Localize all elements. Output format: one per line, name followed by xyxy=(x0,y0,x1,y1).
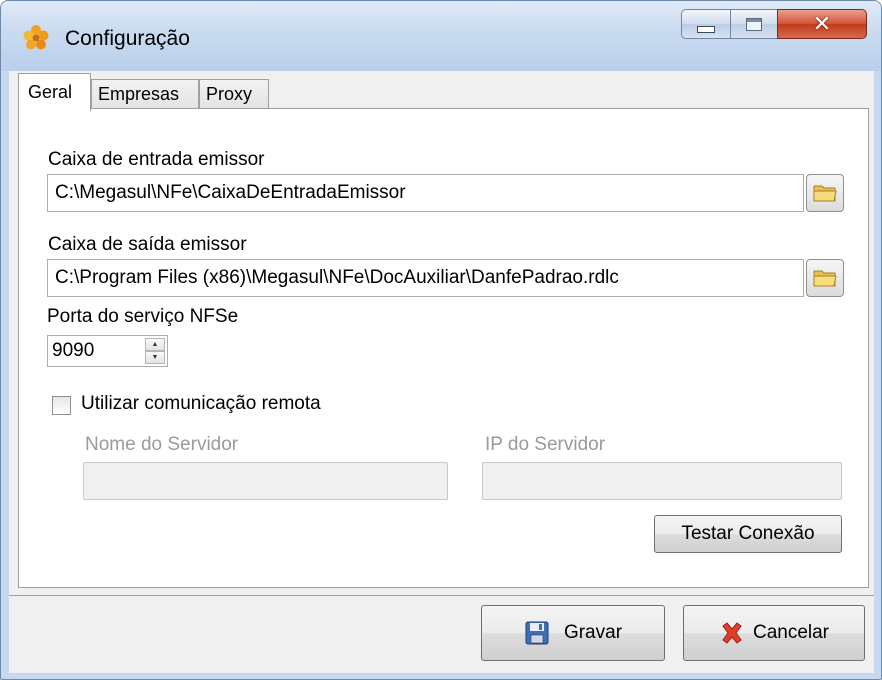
inbox-browse-button[interactable] xyxy=(806,174,844,212)
port-stepper[interactable]: 9090 ▲ ▼ xyxy=(47,335,168,367)
minimize-button[interactable] xyxy=(681,9,731,39)
server-ip-input[interactable] xyxy=(482,462,842,500)
save-button[interactable]: Gravar xyxy=(481,605,665,661)
close-button[interactable]: ✕ xyxy=(777,9,867,39)
outbox-path-input[interactable]: C:\Program Files (x86)\Megasul\NFe\DocAu… xyxy=(47,259,804,297)
outbox-browse-button[interactable] xyxy=(806,259,844,297)
spin-up-icon[interactable]: ▲ xyxy=(145,338,165,351)
tab-panel-geral: Caixa de entrada emissor C:\Megasul\NFe\… xyxy=(18,108,869,588)
folder-icon xyxy=(813,185,837,202)
close-icon: ✕ xyxy=(812,11,832,37)
tab-proxy[interactable]: Proxy xyxy=(199,79,269,109)
folder-icon xyxy=(813,270,837,287)
spin-down-icon[interactable]: ▼ xyxy=(145,351,165,364)
tab-geral[interactable]: Geral xyxy=(18,73,91,111)
outbox-label: Caixa de saída emissor xyxy=(48,234,247,255)
title-bar[interactable]: Configuração ✕ xyxy=(1,1,881,71)
test-connection-button[interactable]: Testar Conexão xyxy=(654,515,842,553)
maximize-button[interactable] xyxy=(730,9,778,39)
client-area: Geral Empresas Proxy Caixa de entrada em… xyxy=(9,71,874,673)
port-label: Porta do serviço NFSe xyxy=(47,306,239,327)
port-value: 9090 xyxy=(52,340,95,361)
inbox-label: Caixa de entrada emissor xyxy=(48,149,265,170)
maximize-icon xyxy=(746,17,762,31)
inbox-path-input[interactable]: C:\Megasul\NFe\CaixaDeEntradaEmissor xyxy=(47,174,804,212)
server-ip-label: IP do Servidor xyxy=(485,434,606,455)
footer-separator xyxy=(9,595,874,596)
cancel-button-label: Cancelar xyxy=(752,622,830,643)
save-button-label: Gravar xyxy=(563,622,623,643)
remote-communication-label: Utilizar comunicação remota xyxy=(81,393,321,414)
red-x-icon xyxy=(719,620,745,646)
configuration-window: Configuração ✕ Geral Empresas Proxy Caix… xyxy=(0,0,882,680)
flower-icon xyxy=(23,25,49,50)
server-name-input[interactable] xyxy=(83,462,448,500)
server-name-label: Nome do Servidor xyxy=(85,434,239,455)
floppy-disk-icon xyxy=(524,620,550,646)
tab-empresas[interactable]: Empresas xyxy=(91,79,199,109)
remote-communication-checkbox[interactable] xyxy=(52,396,71,415)
window-title: Configuração xyxy=(65,27,190,50)
cancel-button[interactable]: Cancelar xyxy=(683,605,865,661)
minimize-icon xyxy=(697,25,715,33)
